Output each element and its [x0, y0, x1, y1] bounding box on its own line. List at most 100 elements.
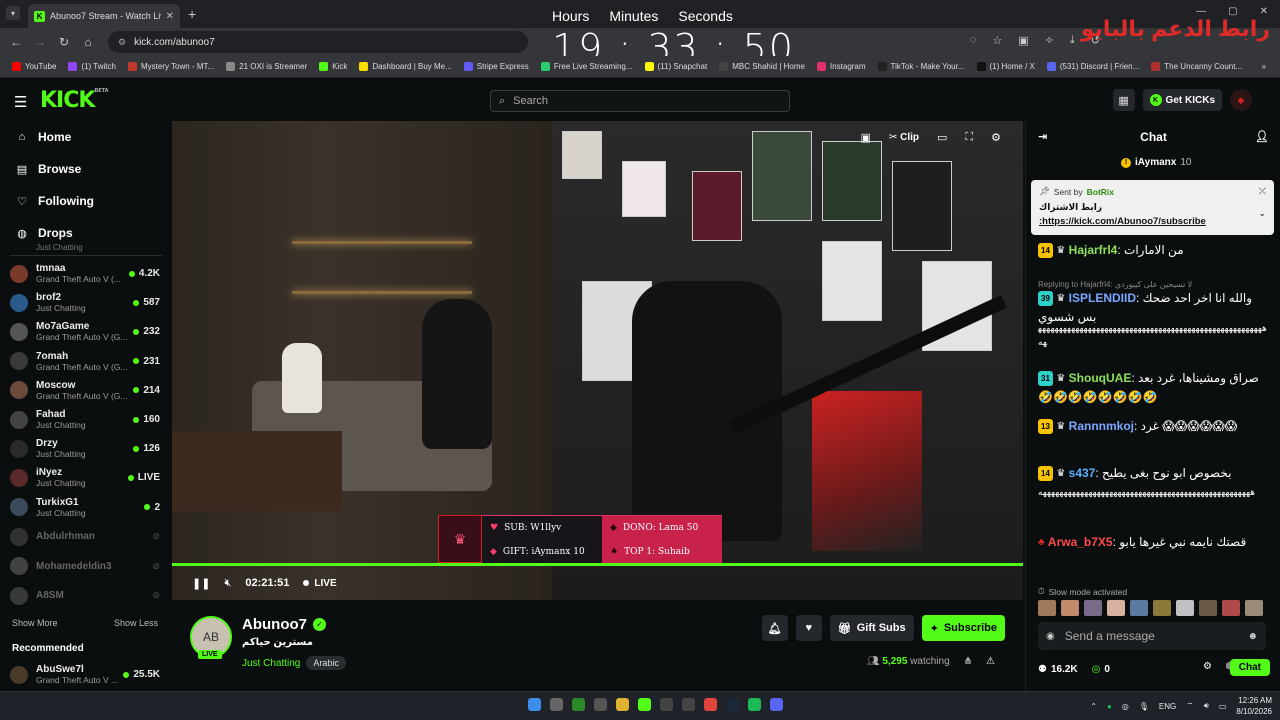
bookmark-item[interactable]: 21 OXI is Streamer [220, 62, 313, 71]
chatter-avatar[interactable] [1061, 600, 1079, 616]
fullscreen-icon[interactable]: ⛶ [965, 131, 973, 144]
chat-username[interactable]: Arwa_b7X5 [1048, 535, 1113, 549]
search-input[interactable]: ⌕ Search [490, 90, 790, 112]
bookmark-item[interactable]: YouTube [6, 62, 62, 71]
chatter-avatar[interactable] [1130, 600, 1148, 616]
kick-app-icon[interactable] [638, 698, 651, 711]
sidebar-channel[interactable]: iNyez Just Chatting LIVE [10, 463, 160, 492]
chatter-avatar[interactable] [1245, 600, 1263, 616]
sidebar-channel[interactable]: brof2 Just Chatting 587 [10, 288, 160, 317]
report-warning-icon[interactable]: ⚠ [986, 656, 995, 667]
bookmark-item[interactable]: Kick [313, 62, 353, 71]
app-icon[interactable] [682, 698, 695, 711]
unpin-icon[interactable]: ⤫ [1259, 186, 1266, 197]
bookmark-item[interactable]: MBC Shahid | Home [713, 62, 811, 71]
chat-username[interactable]: s437 [1069, 466, 1096, 480]
get-kicks-button[interactable]: K Get KICKs [1142, 89, 1222, 111]
collapse-chat-icon[interactable]: ⇥ [1038, 130, 1047, 143]
steam-icon[interactable] [726, 698, 739, 711]
bookmark-item[interactable]: Free Live Streaming... [535, 62, 639, 71]
sidebar-nav-browse[interactable]: ▤ Browse [16, 162, 82, 176]
pause-icon[interactable]: ❚❚ [192, 577, 210, 590]
puzzle-icon[interactable]: ✧ [1045, 34, 1054, 47]
mute-icon[interactable]: 🔇︎ [224, 577, 231, 590]
chat-username[interactable]: ISPLENDIID [1069, 291, 1136, 305]
video-player[interactable]: ♛ ♥ SUB: W1llyv ◆ GIFT: iAymanx 10 ◆ DONO: … [172, 121, 1023, 600]
sidebar-channel[interactable]: tmnaa Grand Theft Auto V (... 4.2K [10, 259, 160, 288]
xbox-icon[interactable] [572, 698, 585, 711]
sidebar-channel[interactable]: 7omah Grand Theft Auto V (G... 231 [10, 347, 160, 376]
sidebar-channel[interactable]: Drzy Just Chatting 126 [10, 434, 160, 463]
bookmark-item[interactable]: (531) Discord | Frien... [1041, 62, 1145, 71]
home-icon[interactable]: ⌂ [76, 35, 100, 49]
sidebar-channel[interactable]: TurkixG1 Just Chatting 2 [10, 493, 160, 522]
url-field[interactable]: ⚙ kick.com/abunoo7 [108, 31, 528, 53]
chat-message-input[interactable]: ◉ Send a message ☻ [1038, 622, 1266, 650]
follow-heart-button[interactable]: ♥ [795, 615, 822, 641]
subscribe-button[interactable]: ✦ Subscribe [921, 615, 1005, 641]
wifi-icon[interactable]: ⌔ [1186, 701, 1194, 711]
browser-tab-active[interactable]: K Abunoo7 Stream - Watch Live o ✕ [28, 4, 180, 28]
stream-category-link[interactable]: Just Chatting [242, 658, 300, 669]
show-more-button[interactable]: Show More [12, 618, 58, 628]
sidebar-channel-offline[interactable]: Mohamedeldin3 ⊘ [10, 552, 160, 581]
top-gifter[interactable]: ! iAymanx 10 [1121, 157, 1191, 168]
bookmark-item[interactable]: TikTok - Make Your... [872, 62, 971, 71]
share-icon[interactable]: ⋔ [964, 656, 972, 667]
chrome-icon[interactable] [704, 698, 717, 711]
sidebar-channel-offline[interactable]: Abdulrhman ⊘ [10, 522, 160, 551]
taskbar-clock[interactable]: 12:26 AM 8/10/2026 [1236, 695, 1272, 717]
back-icon[interactable]: ← [4, 35, 28, 49]
sidebar-channel[interactable]: Moscow Grand Theft Auto V (G... 214 [10, 376, 160, 405]
spotify-icon[interactable] [748, 698, 761, 711]
bookmark-item[interactable]: (11) Snapchat [639, 62, 714, 71]
battery-icon[interactable]: ▭ [1219, 702, 1227, 711]
bookmark-star-icon[interactable]: ☆ [992, 34, 1002, 47]
tray-app-icon[interactable]: ◎ [1122, 702, 1129, 711]
chatter-avatar[interactable] [1038, 600, 1056, 616]
settings-gear-icon[interactable]: ⚙ [991, 131, 1001, 144]
bookmark-item[interactable]: The Uncanny Count... [1145, 62, 1248, 71]
user-avatar[interactable]: ◆ [1230, 89, 1252, 111]
chat-users-icon[interactable]: 👤︎ [1255, 130, 1269, 143]
tab-search-icon[interactable]: ▾ [6, 6, 20, 20]
emoji-icon[interactable]: ☻ [1247, 631, 1258, 642]
notification-bell-button[interactable]: 🔔︎ [761, 615, 788, 641]
chat-send-button[interactable]: Chat [1229, 659, 1270, 676]
tray-chevron-icon[interactable]: ⌃ [1090, 702, 1097, 711]
microphone-icon[interactable]: 🎙︎ [1139, 702, 1149, 711]
language-indicator[interactable]: ENG [1159, 702, 1176, 711]
sidebar-channel[interactable]: Fahad Just Chatting 160 [10, 405, 160, 434]
sidebar-nav-home[interactable]: ⌂ Home [16, 130, 72, 144]
recommended-channel[interactable]: AbuSwe7l Grand Theft Auto V ... 25.5K [10, 660, 160, 689]
chatter-avatar[interactable] [1153, 600, 1171, 616]
extension-icon[interactable]: ▣ [1018, 34, 1028, 47]
sidebar-channel-offline[interactable]: A8SM ⊘ [10, 581, 160, 610]
bookmark-item[interactable]: Instagram [811, 62, 872, 71]
chat-username[interactable]: Rannnmkoj [1069, 419, 1134, 433]
menu-icon[interactable]: ☰ [14, 93, 27, 111]
tray-app-icon[interactable]: ● [1107, 702, 1112, 711]
chevron-down-icon[interactable]: ⌄ [1258, 208, 1266, 219]
bookmark-item[interactable]: Mystery Town - MT... [122, 62, 220, 71]
language-tag[interactable]: Arabic [306, 656, 346, 670]
volume-icon[interactable]: 🔊︎ [1204, 701, 1209, 711]
library-icon[interactable]: ▦ [1112, 89, 1135, 111]
pinned-link[interactable]: :https://kick.com/Abunoo7/subscribe [1039, 216, 1266, 227]
live-indicator[interactable]: LIVE [303, 578, 337, 589]
sidebar-nav-following[interactable]: ♡ Following [16, 194, 94, 208]
site-info-icon[interactable]: ⚙ [118, 37, 126, 48]
close-tab-icon[interactable]: ✕ [166, 11, 174, 22]
bookmark-item[interactable]: (1) Home / X [971, 62, 1041, 71]
bookmark-item[interactable]: Dashboard | Buy Me... [353, 62, 457, 71]
sidebar-channel[interactable]: Mo7aGame Grand Theft Auto V (G... 232 [10, 317, 160, 346]
chat-username[interactable]: Hajarfrl4 [1069, 243, 1118, 257]
forward-icon[interactable]: → [28, 35, 52, 49]
file-explorer-icon[interactable] [616, 698, 629, 711]
show-less-button[interactable]: Show Less [114, 618, 158, 628]
chatter-avatar[interactable] [1222, 600, 1240, 616]
reload-icon[interactable]: ↻ [52, 35, 76, 49]
chatter-avatar[interactable] [1084, 600, 1102, 616]
eye-off-icon[interactable]: ◌ [970, 34, 977, 47]
kick-logo[interactable]: KICKBETA [40, 88, 109, 113]
